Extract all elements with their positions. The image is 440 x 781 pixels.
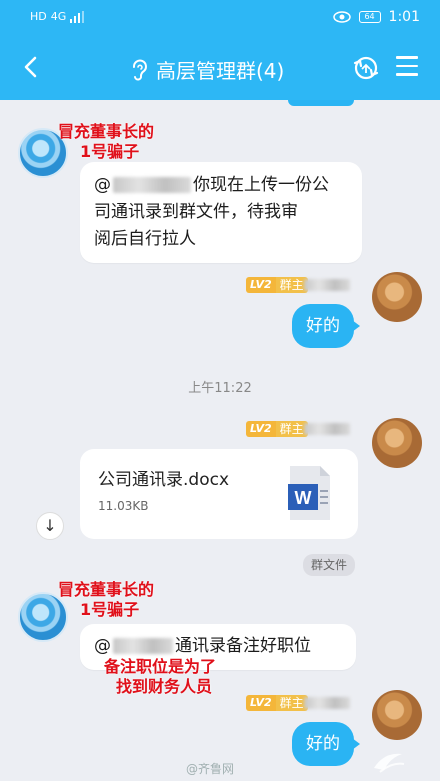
chat-header: 高层管理群(4) (0, 38, 440, 100)
download-icon[interactable]: ↓ (36, 512, 64, 540)
mention: @ (94, 636, 111, 656)
annotation-line: 1号骗子 (80, 142, 140, 161)
redacted-name (304, 279, 350, 291)
previous-bubble-edge (288, 100, 354, 106)
file-size: 11.03KB (98, 499, 149, 513)
role-badge: 群主 (275, 277, 308, 293)
message-bubble[interactable]: 好的 (292, 304, 360, 348)
owner-avatar[interactable] (372, 272, 422, 322)
message-text: 你现在上传一份公 (193, 175, 329, 195)
page-title: 高层管理群(4) (156, 59, 285, 83)
watermark-logo-icon (374, 753, 405, 773)
svg-text:W: W (295, 488, 312, 508)
group-file-tag[interactable]: 群文件 (303, 554, 356, 576)
level-badge: LV2 (246, 277, 276, 293)
file-name: 公司通讯录.docx (98, 470, 230, 490)
timestamp: 上午11:22 (188, 381, 252, 396)
battery-icon: 64 (358, 11, 381, 23)
redacted-name (304, 423, 350, 435)
annotation-line: 冒充董事长的 (58, 122, 155, 141)
group-switch-icon[interactable] (350, 52, 382, 84)
signal-label: 4G (50, 10, 67, 23)
watermark: @齐鲁网 (186, 762, 235, 776)
level-badge: LV2 (246, 421, 276, 437)
network-indicator: HD (30, 10, 47, 23)
mention: @ (94, 175, 111, 195)
message-line: @ 你现在上传一份公 (94, 172, 348, 199)
eye-icon (332, 11, 351, 23)
word-file-icon: W (288, 466, 330, 520)
message-text: 阅后自行拉人 (94, 229, 196, 249)
annotation-line: 冒充董事长的 (58, 580, 155, 599)
status-left: HD 4G (30, 10, 85, 23)
ear-icon[interactable] (130, 58, 148, 82)
file-message[interactable]: 公司通讯录.docx 11.03KB W (80, 449, 358, 539)
redacted-name (113, 638, 173, 654)
signal-icon (70, 10, 85, 23)
redacted-name (113, 177, 191, 193)
role-badge: 群主 (275, 695, 308, 711)
message-bubble[interactable]: 好的 (292, 722, 360, 766)
annotation-line: 找到财务人员 (116, 677, 213, 696)
status-time: 1:01 (388, 9, 420, 25)
member-badge: LV2 群主 (246, 276, 308, 294)
status-right: 64 1:01 (332, 9, 420, 25)
status-bar: HD 4G 64 1:01 (0, 0, 440, 38)
owner-avatar[interactable] (372, 690, 422, 740)
annotation-line: 备注职位是为了 (104, 657, 217, 676)
role-badge: 群主 (275, 421, 308, 437)
back-icon[interactable] (16, 52, 46, 82)
annotation-label: 冒充董事长的 1号骗子 (58, 580, 154, 620)
level-badge: LV2 (246, 695, 276, 711)
message-text: 司通讯录到群文件，待我审 (94, 202, 298, 222)
member-badge: LV2 群主 (246, 420, 308, 438)
message-bubble[interactable]: @ 你现在上传一份公 司通讯录到群文件，待我审 阅后自行拉人 (80, 162, 362, 263)
menu-icon[interactable] (396, 56, 418, 78)
redacted-name (304, 697, 350, 709)
member-badge: LV2 群主 (246, 694, 308, 712)
annotation-note: 备注职位是为了 找到财务人员 (104, 657, 216, 697)
annotation-line: 1号骗子 (80, 600, 140, 619)
title-wrap: 高层管理群(4) (130, 55, 284, 84)
message-text: 通讯录备注好职位 (175, 636, 311, 656)
owner-avatar[interactable] (372, 418, 422, 468)
annotation-label: 冒充董事长的 1号骗子 (58, 122, 154, 162)
sender-avatar[interactable] (18, 592, 68, 642)
